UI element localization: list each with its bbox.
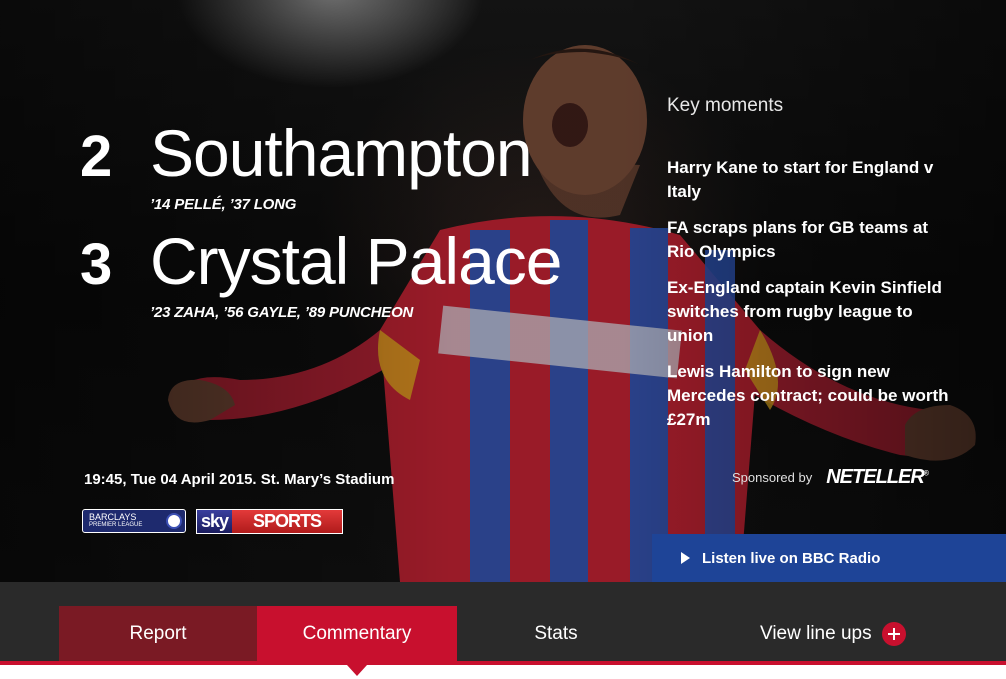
tab-stats-label: Stats [534,622,578,644]
plus-circle-icon [881,621,906,646]
away-score-row: 3 Crystal Palace [80,223,562,299]
tab-stats[interactable]: Stats [457,606,655,661]
premier-league-logo: BARCLAYS PREMIER LEAGUE [82,509,186,533]
premier-league-logo-main: BARCLAYS [89,512,137,522]
registered-mark-icon: ® [923,470,929,478]
listen-live-button[interactable]: Listen live on BBC Radio [652,534,1006,582]
home-scorers: ’14 PELLÉ, ’37 LONG [150,196,297,213]
key-moments-list: Harry Kane to start for England v Italy … [667,156,952,444]
view-line-ups-button[interactable]: View line ups [760,606,950,661]
tab-commentary[interactable]: Commentary [257,606,457,661]
away-team-name: Crystal Palace [150,224,562,298]
home-team-name: Southampton [150,116,533,190]
away-scorers: ’23 ZAHA, ’56 GAYLE, ’89 PUNCHEON [150,304,414,321]
sponsor-block: Sponsored by NETELLER® [732,466,929,489]
active-tab-caret-icon [347,665,367,676]
neteller-logo-text: NETELLER [826,466,925,488]
sky-logo-text: sky [197,510,233,533]
hero-section: 2 Southampton ’14 PELLÉ, ’37 LONG 3 Crys… [0,0,1006,582]
sponsor-label: Sponsored by [732,470,813,485]
sky-sports-logo: sky SPORTS [196,509,343,534]
away-score: 3 [80,232,113,297]
key-moment-link[interactable]: Lewis Hamilton to sign new Mercedes cont… [667,360,952,432]
page-below [0,665,1006,679]
key-moment-link[interactable]: Ex-England captain Kevin Sinfield switch… [667,276,952,348]
play-icon [681,552,690,564]
tab-report-label: Report [129,622,187,644]
tab-report[interactable]: Report [59,606,257,661]
listen-live-label: Listen live on BBC Radio [702,549,881,567]
sports-logo-text: SPORTS [232,510,342,533]
match-info: 19:45, Tue 04 April 2015. St. Mary’s Sta… [84,471,395,488]
tab-commentary-label: Commentary [302,622,412,644]
view-line-ups-label: View line ups [760,622,872,644]
key-moments-title: Key moments [667,95,784,116]
neteller-logo[interactable]: NETELLER® [826,466,929,489]
key-moment-link[interactable]: Harry Kane to start for England v Italy [667,156,952,204]
football-icon [166,513,182,529]
home-score: 2 [80,124,113,189]
home-score-row: 2 Southampton [80,115,533,191]
key-moment-link[interactable]: FA scraps plans for GB teams at Rio Olym… [667,216,952,264]
